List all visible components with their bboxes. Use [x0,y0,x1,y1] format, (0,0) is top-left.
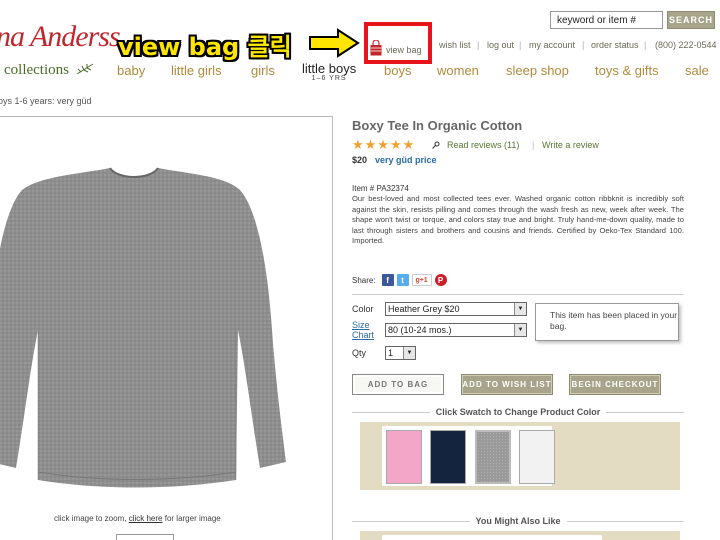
separator: | [582,40,585,50]
swatch-header: Click Swatch to Change Product Color [352,407,684,417]
review-key-icon [432,141,440,149]
separator: | [532,140,535,150]
phone-number: (800) 222-0544 [655,40,717,50]
holly-sprig-icon [76,63,93,75]
search-bar: SEARCH [550,11,715,29]
wish-list-link[interactable]: wish list [439,40,471,50]
item-number: Item # PA32374 [352,184,409,193]
chevron-down-icon: ▼ [514,324,526,336]
pinterest-icon[interactable]: P [434,274,447,286]
annotation-arrow-icon [309,28,360,58]
breadcrumb: oys 1-6 years: very güd [0,96,92,106]
qty-select[interactable]: 1 ▼ [385,346,416,360]
swatch-white[interactable] [519,430,555,484]
begin-checkout-button[interactable]: BEGIN CHECKOUT [569,374,661,395]
write-review-link[interactable]: Write a review [542,140,599,150]
also-like-container [382,535,602,540]
nav-women[interactable]: women [437,63,479,78]
size-chart-label-1: Size [352,320,370,330]
also-like-panel [360,531,680,540]
zoom-hint: click image to zoom, click here for larg… [54,514,221,523]
nav-sale[interactable]: sale [685,63,709,78]
nav-baby[interactable]: baby [117,63,145,78]
add-to-bag-button[interactable]: ADD TO BAG [352,374,444,395]
zoom-button[interactable] [116,534,174,540]
add-to-wishlist-button[interactable]: ADD TO WISH LIST [461,374,553,395]
search-button[interactable]: SEARCH [667,11,715,29]
share-bar: Share: f t g+1 P [352,274,447,286]
product-price: $20 [352,155,368,165]
shopping-bag-icon [370,40,382,56]
brand-logo[interactable]: na Anderss [0,20,121,54]
separator: | [644,40,647,50]
share-label: Share: [352,275,376,285]
added-to-bag-tooltip: This item has been placed in your bag. [535,303,679,341]
facebook-icon[interactable]: f [381,274,394,286]
nav-boys[interactable]: boys [384,63,411,78]
zoom-hint-text: click image to zoom, [54,514,127,523]
nav-collections[interactable]: collections [4,62,95,79]
read-reviews-link[interactable]: Read reviews (11) [447,140,519,150]
zoom-hint-tail: for larger image [164,514,221,523]
swatch-header-label: Click Swatch to Change Product Color [429,407,607,417]
star-rating: ★★★★★ [352,137,416,152]
nav-little-boys-label: little boys [302,61,357,76]
qty-select-value: 1 [388,348,394,358]
separator: | [477,40,480,50]
nav-sleep-shop[interactable]: sleep shop [506,63,569,78]
swatch-pink[interactable] [386,430,422,484]
nav-toys-gifts[interactable]: toys & gifts [595,63,659,78]
nav-collections-label: collections [4,62,69,78]
log-out-link[interactable]: log out [487,40,514,50]
nav-little-girls[interactable]: little girls [171,63,222,78]
order-status-link[interactable]: order status [591,40,639,50]
size-select[interactable]: 80 (10-24 mos.) ▼ [385,323,527,337]
price-brand-link[interactable]: very güd price [375,155,437,165]
nav-little-boys[interactable]: little boys 1–6 YRS [302,61,356,82]
swatch-heather-grey[interactable] [475,430,511,484]
view-bag-label: view bag [386,45,422,55]
color-select-value: Heather Grey $20 [388,304,460,314]
my-account-link[interactable]: my account [529,40,575,50]
view-bag-link[interactable]: view bag [370,40,422,56]
color-label: Color [352,304,374,314]
product-title: Boxy Tee In Organic Cotton [352,118,523,133]
also-like-header-label: You Might Also Like [469,516,567,526]
swatch-navy[interactable] [430,430,466,484]
color-select[interactable]: Heather Grey $20 ▼ [385,302,527,316]
google-plus-icon[interactable]: g+1 [411,274,432,286]
divider [352,294,684,295]
product-description: Our best-loved and most collected tees e… [352,194,684,246]
size-select-value: 80 (10-24 mos.) [388,325,452,335]
separator: | [519,40,522,50]
nav-girls[interactable]: girls [251,63,275,78]
product-image[interactable] [0,150,290,500]
size-chart-label-2: Chart [352,330,375,340]
size-chart-link[interactable]: Size Chart [352,320,374,340]
swatch-panel [360,422,680,490]
annotation-text: view bag 클릭 [118,33,292,61]
qty-label: Qty [352,348,367,358]
larger-image-link[interactable]: click here [129,514,163,523]
also-like-header: You Might Also Like [352,516,684,526]
nav-little-boys-age: 1–6 YRS [311,75,347,82]
chevron-down-icon: ▼ [514,303,526,315]
chevron-down-icon: ▼ [403,347,415,359]
search-input[interactable] [550,11,663,29]
twitter-icon[interactable]: t [396,274,409,286]
